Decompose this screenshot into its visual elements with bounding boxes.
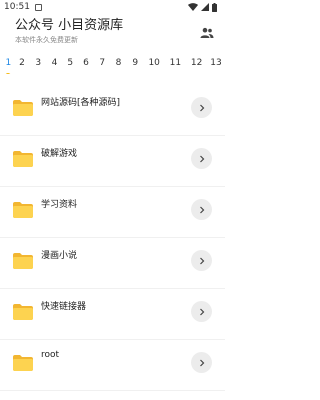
tab-4[interactable]: 4 [46, 52, 62, 68]
tab-label: 1 [5, 58, 12, 68]
folder-label: root [41, 350, 60, 360]
tab-label: 9 [132, 58, 139, 68]
chevron-right-icon [198, 257, 206, 265]
tab-1[interactable]: 1 [3, 52, 14, 74]
account-group-icon[interactable] [200, 27, 214, 39]
tab-label: 13 [210, 58, 222, 68]
open-folder-button[interactable] [191, 250, 212, 271]
category-tabs: 1 2 3 4 5 6 7 8 9 10 11 12 13 [0, 52, 225, 74]
folder-icon [12, 252, 34, 270]
folder-label: 漫画小说 [41, 251, 78, 261]
folder-label: 破解游戏 [41, 149, 78, 159]
chevron-right-icon [198, 206, 206, 214]
tab-5[interactable]: 5 [63, 52, 78, 68]
open-folder-button[interactable] [191, 148, 212, 169]
tab-label: 5 [67, 58, 74, 68]
battery-icon [212, 2, 217, 12]
folder-list-item[interactable]: 快速链接器 [0, 289, 225, 340]
tab-6[interactable]: 6 [78, 52, 94, 68]
tab-label: 12 [190, 58, 203, 68]
folder-list-item[interactable]: 学习资料 [0, 187, 225, 238]
open-folder-button[interactable] [191, 352, 212, 373]
tab-10[interactable]: 10 [144, 52, 165, 68]
active-tab-indicator [5, 73, 12, 74]
tab-3[interactable]: 3 [30, 52, 46, 68]
tab-11[interactable]: 11 [165, 52, 187, 68]
folder-label: 网站源码[各种源码] [41, 98, 121, 108]
folder-label: 快速链接器 [41, 302, 87, 312]
tab-label: 11 [169, 58, 182, 68]
chevron-right-icon [198, 308, 206, 316]
folder-icon [12, 354, 34, 372]
open-folder-button[interactable] [191, 199, 212, 220]
page-title: 公众号 小目资源库 [15, 18, 124, 33]
folder-icon [12, 150, 34, 168]
notification-icon [34, 3, 42, 11]
tab-label: 6 [83, 58, 89, 68]
tab-12[interactable]: 12 [186, 52, 207, 68]
tab-8[interactable]: 8 [110, 52, 126, 68]
tab-label: 2 [19, 58, 25, 68]
folder-icon [12, 303, 34, 321]
tab-2[interactable]: 2 [14, 52, 30, 68]
folder-icon [12, 99, 34, 117]
tab-7[interactable]: 7 [94, 52, 110, 68]
tab-label: 7 [99, 58, 106, 68]
tab-9[interactable]: 9 [127, 52, 144, 68]
open-folder-button[interactable] [191, 97, 212, 118]
folder-list-item[interactable]: 漫画小说 [0, 238, 225, 289]
app-header: 公众号 小目资源库 本软件永久免费更新 [0, 14, 225, 52]
signal-icon [201, 3, 209, 11]
folder-list-item[interactable]: root [0, 340, 225, 391]
status-bar: 10:51 [0, 0, 225, 14]
folder-icon [12, 201, 34, 219]
folder-list: 网站源码[各种源码] 破解游戏学习资料漫画小说快速链接器 root [0, 85, 225, 391]
chevron-right-icon [198, 104, 206, 112]
folder-list-item[interactable]: 网站源码[各种源码] [0, 85, 225, 136]
tab-label: 8 [115, 58, 122, 68]
chevron-right-icon [198, 155, 206, 163]
open-folder-button[interactable] [191, 301, 212, 322]
wifi-icon [188, 3, 198, 11]
tab-13[interactable]: 13 [207, 52, 225, 68]
page-subtitle: 本软件永久免费更新 [15, 36, 78, 44]
folder-label: 学习资料 [41, 200, 78, 210]
status-time: 10:51 [4, 2, 30, 12]
tab-label: 10 [148, 58, 160, 68]
folder-list-item[interactable]: 破解游戏 [0, 136, 225, 187]
chevron-right-icon [198, 359, 206, 367]
tab-label: 3 [35, 58, 42, 68]
tab-label: 4 [51, 58, 58, 68]
